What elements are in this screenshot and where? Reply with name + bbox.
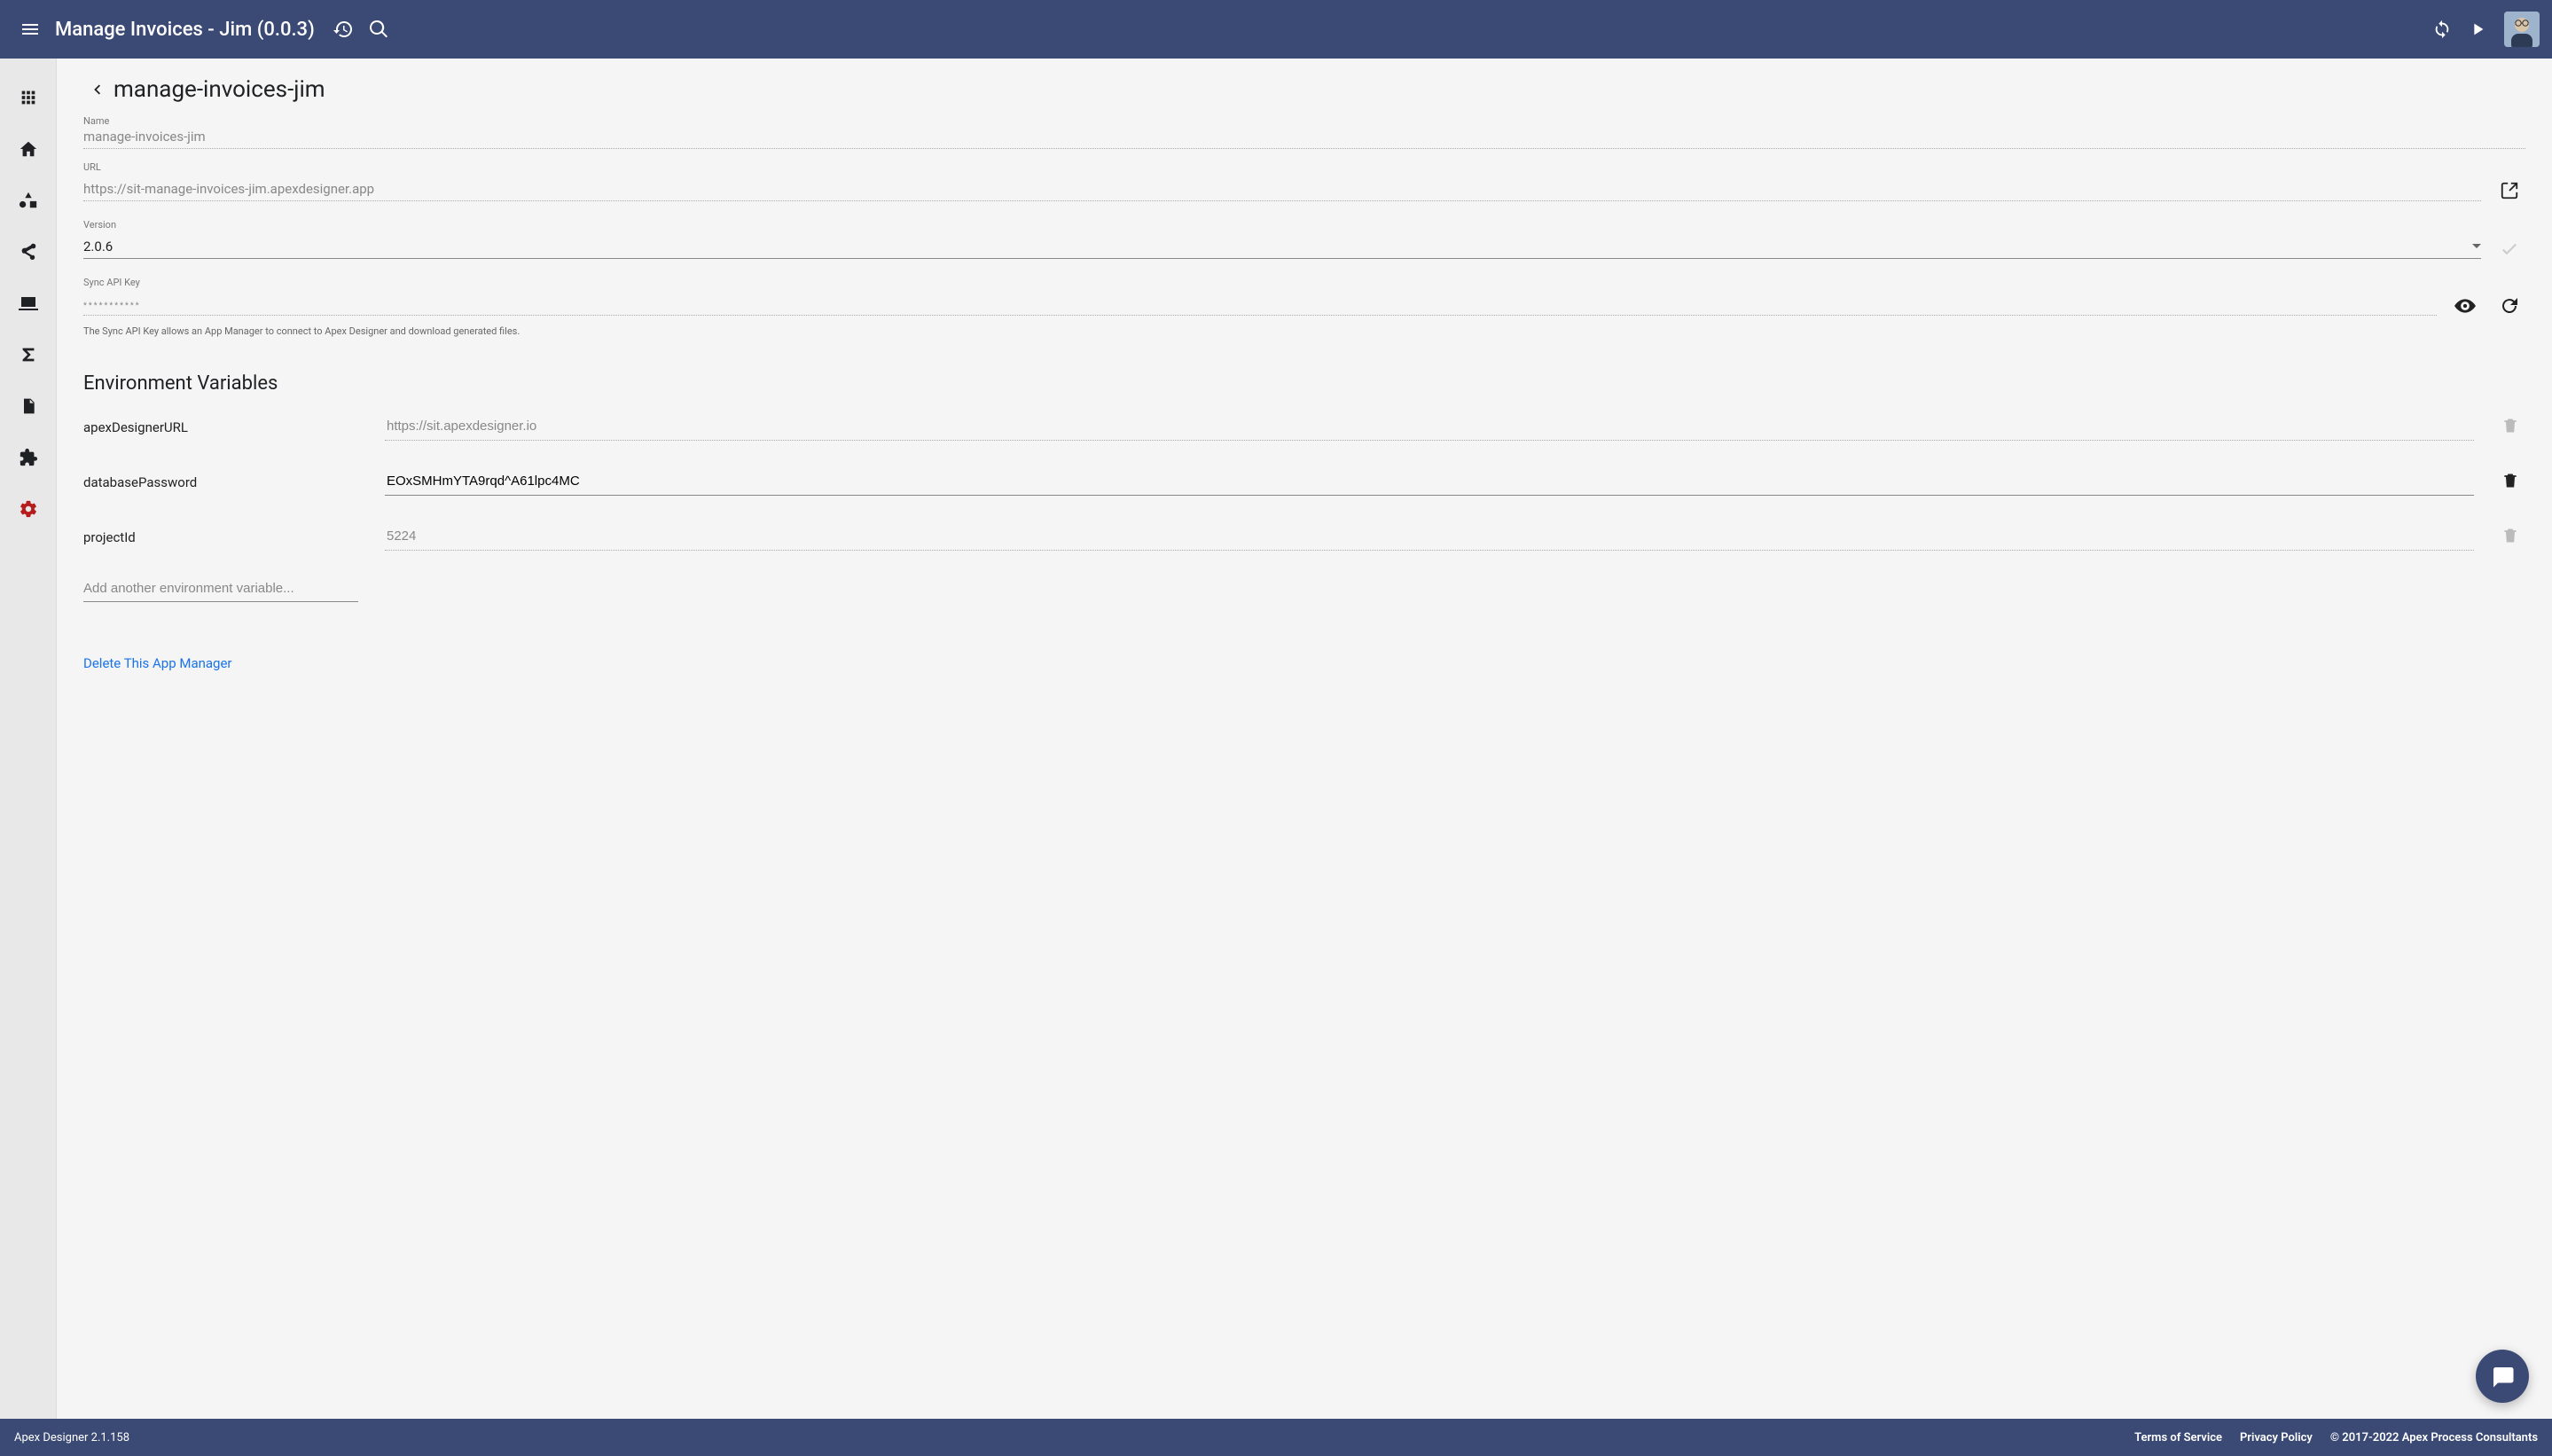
settings-icon [19,499,38,519]
play-button[interactable] [2460,12,2495,47]
sidebar-settings-button[interactable] [7,488,50,530]
trash-icon [2501,527,2519,544]
shapes-icon [19,191,38,210]
sidebar-sigma-button[interactable] [7,333,50,376]
sidebar-document-button[interactable] [7,385,50,427]
trash-icon [2501,472,2519,489]
open-url-button[interactable] [2493,175,2525,207]
hamburger-menu-button[interactable] [12,12,48,47]
laptop-icon [18,293,39,314]
add-env-input[interactable] [83,575,358,602]
sidebar [0,59,57,1419]
chat-fab[interactable] [2476,1350,2529,1403]
env-row: apexDesignerURL [83,411,2525,441]
sync-key-label: Sync API Key [83,277,2525,288]
sync-key-value: *********** [83,301,141,310]
extension-icon [19,448,38,467]
sync-button[interactable] [2424,12,2460,47]
sidebar-shapes-button[interactable] [7,179,50,222]
document-icon [20,396,37,416]
back-button[interactable] [83,76,110,103]
history-icon [333,19,354,40]
page-title: manage-invoices-jim [114,76,325,103]
chat-icon [2489,1363,2516,1389]
version-value: 2.0.6 [83,239,2472,254]
app-bar: Manage Invoices - Jim (0.0.3) [0,0,2552,59]
url-value: https://sit-manage-invoices-jim.apexdesi… [83,181,374,197]
delete-app-manager-link[interactable]: Delete This App Manager [83,655,232,671]
search-button[interactable] [361,12,396,47]
env-value-input[interactable] [385,473,2474,489]
open-in-new-icon [2500,181,2519,200]
env-delete-button[interactable] [2495,411,2525,441]
chevron-left-icon [87,80,106,99]
env-row: databasePassword [83,466,2525,496]
sidebar-extension-button[interactable] [7,436,50,479]
sigma-icon [19,345,38,364]
env-value-input[interactable] [385,418,2474,434]
refresh-icon [2499,295,2520,317]
env-value-input[interactable] [385,528,2474,544]
env-key: databasePassword [83,474,367,496]
sidebar-home-button[interactable] [7,128,50,170]
version-label: Version [83,219,2525,231]
check-icon [2499,238,2520,259]
footer-copyright: © 2017-2022 Apex Process Consultants [2330,1431,2538,1444]
share-icon [19,242,38,262]
chevron-down-icon [2472,244,2481,248]
apps-icon [19,88,38,107]
name-label: Name [83,115,2525,127]
sync-icon [2432,20,2452,39]
avatar-image [2504,12,2540,47]
sidebar-laptop-button[interactable] [7,282,50,325]
history-button[interactable] [325,12,361,47]
version-confirm-button[interactable] [2493,232,2525,264]
env-section-header: Environment Variables [83,372,2525,395]
env-delete-button[interactable] [2495,466,2525,496]
footer-tos-link[interactable]: Terms of Service [2134,1431,2222,1444]
env-key: apexDesignerURL [83,419,367,441]
user-avatar[interactable] [2504,12,2540,47]
regenerate-key-button[interactable] [2493,290,2525,322]
hamburger-icon [20,19,41,40]
sidebar-apps-button[interactable] [7,76,50,119]
env-key: projectId [83,529,367,551]
url-label: URL [83,161,2525,173]
footer: Apex Designer 2.1.158 Terms of Service P… [0,1419,2552,1456]
version-select[interactable]: 2.0.6 [83,239,2481,259]
main-content: manage-invoices-jim Name manage-invoices… [57,59,2552,1419]
footer-product: Apex Designer 2.1.158 [14,1431,129,1444]
footer-privacy-link[interactable]: Privacy Policy [2240,1431,2313,1444]
toggle-key-visibility-button[interactable] [2449,290,2481,322]
name-value: manage-invoices-jim [83,129,206,145]
sidebar-share-button[interactable] [7,231,50,273]
env-row: projectId [83,521,2525,551]
app-title: Manage Invoices - Jim (0.0.3) [55,19,315,41]
sync-key-hint: The Sync API Key allows an App Manager t… [83,325,2525,337]
search-icon [368,19,389,40]
eye-icon [2454,294,2477,317]
env-delete-button[interactable] [2495,521,2525,551]
trash-icon [2501,417,2519,434]
play-icon [2468,20,2487,39]
home-icon [19,139,38,159]
